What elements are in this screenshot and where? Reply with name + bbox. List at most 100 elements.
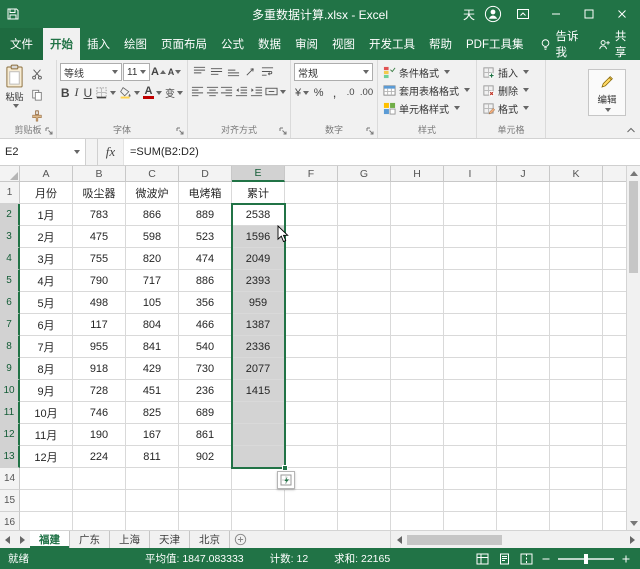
row-header-16[interactable]: 16 [0, 512, 20, 530]
grow-font-button[interactable]: A [151, 64, 166, 81]
cell-J4[interactable] [497, 248, 550, 270]
ribbon-tab-公式[interactable]: 公式 [214, 28, 251, 60]
cell-B2[interactable]: 783 [73, 204, 126, 226]
row-header-2[interactable]: 2 [0, 204, 20, 226]
align-bottom-icon[interactable] [225, 63, 241, 80]
cell-E16[interactable] [232, 512, 285, 530]
cell-H2[interactable] [391, 204, 444, 226]
cell-G6[interactable] [338, 292, 391, 314]
cell-styles-button[interactable]: 单元格样式 [381, 99, 473, 117]
cell-G16[interactable] [338, 512, 391, 530]
merge-center-button[interactable] [264, 83, 287, 100]
cell-D14[interactable] [179, 468, 232, 490]
cell-C14[interactable] [126, 468, 179, 490]
row-header-12[interactable]: 12 [0, 424, 20, 446]
cell-I15[interactable] [444, 490, 497, 512]
cell-J15[interactable] [497, 490, 550, 512]
number-dialog-launcher[interactable] [366, 127, 375, 136]
decrease-indent-button[interactable] [235, 83, 249, 100]
row-header-8[interactable]: 8 [0, 336, 20, 358]
cell-B1[interactable]: 吸尘器 [73, 182, 126, 204]
user-avatar-icon[interactable] [484, 5, 502, 23]
cell-E15[interactable] [232, 490, 285, 512]
sheet-nav-right-arrow[interactable] [15, 531, 30, 548]
comma-style-button[interactable]: , [327, 84, 342, 101]
cell-F12[interactable] [285, 424, 338, 446]
cell-D7[interactable]: 466 [179, 314, 232, 336]
name-box-splitter[interactable] [86, 139, 98, 165]
horizontal-scrollbar[interactable] [390, 531, 640, 548]
cell-F5[interactable] [285, 270, 338, 292]
cell-K9[interactable] [550, 358, 603, 380]
cell-D5[interactable]: 886 [179, 270, 232, 292]
cell-H10[interactable] [391, 380, 444, 402]
cell-B16[interactable] [73, 512, 126, 530]
cell-G7[interactable] [338, 314, 391, 336]
cell-D15[interactable] [179, 490, 232, 512]
paste-button[interactable]: 粘贴 [3, 63, 26, 124]
row-header-15[interactable]: 15 [0, 490, 20, 512]
column-header-J[interactable]: J [497, 166, 550, 182]
cell-F16[interactable] [285, 512, 338, 530]
cell-G15[interactable] [338, 490, 391, 512]
cell-J10[interactable] [497, 380, 550, 402]
ribbon-tab-审阅[interactable]: 审阅 [288, 28, 325, 60]
row-header-9[interactable]: 9 [0, 358, 20, 380]
minimize-button[interactable] [544, 3, 568, 25]
cell-C9[interactable]: 429 [126, 358, 179, 380]
zoom-out-icon[interactable] [540, 553, 552, 565]
shrink-font-button[interactable]: A [167, 64, 182, 81]
cell-I1[interactable] [444, 182, 497, 204]
cell-E13[interactable] [232, 446, 285, 468]
cell-A5[interactable]: 4月 [20, 270, 73, 292]
ribbon-tab-绘图[interactable]: 绘图 [117, 28, 154, 60]
cell-J5[interactable] [497, 270, 550, 292]
cell-F7[interactable] [285, 314, 338, 336]
cell-K11[interactable] [550, 402, 603, 424]
cell-H1[interactable] [391, 182, 444, 204]
cell-G1[interactable] [338, 182, 391, 204]
cell-J1[interactable] [497, 182, 550, 204]
hscroll-right-arrow[interactable] [626, 535, 638, 544]
vertical-scroll-track[interactable] [627, 179, 640, 517]
page-layout-view-icon[interactable] [496, 551, 512, 567]
cell-B13[interactable]: 224 [73, 446, 126, 468]
cell-B9[interactable]: 918 [73, 358, 126, 380]
page-break-view-icon[interactable] [518, 551, 534, 567]
editing-button[interactable]: 编辑 [588, 69, 626, 116]
cell-B3[interactable]: 475 [73, 226, 126, 248]
cell-E6[interactable]: 959 [232, 292, 285, 314]
collapse-ribbon-icon[interactable] [625, 125, 637, 135]
scroll-down-arrow[interactable] [629, 517, 638, 529]
phonetic-guide-button[interactable]: 变 [164, 84, 184, 101]
cell-I2[interactable] [444, 204, 497, 226]
cell-B4[interactable]: 755 [73, 248, 126, 270]
cell-D3[interactable]: 523 [179, 226, 232, 248]
cell-B15[interactable] [73, 490, 126, 512]
cell-I14[interactable] [444, 468, 497, 490]
cell-I8[interactable] [444, 336, 497, 358]
cell-E11[interactable] [232, 402, 285, 424]
quick-analysis-button[interactable] [277, 471, 295, 489]
cell-G12[interactable] [338, 424, 391, 446]
column-header-H[interactable]: H [391, 166, 444, 182]
row-header-11[interactable]: 11 [0, 402, 20, 424]
alignment-dialog-launcher[interactable] [279, 127, 288, 136]
row-header-7[interactable]: 7 [0, 314, 20, 336]
cell-C3[interactable]: 598 [126, 226, 179, 248]
new-sheet-button[interactable] [230, 531, 250, 548]
cell-C1[interactable]: 微波炉 [126, 182, 179, 204]
cell-J11[interactable] [497, 402, 550, 424]
column-header-G[interactable]: G [338, 166, 391, 182]
cell-H4[interactable] [391, 248, 444, 270]
font-size-select[interactable]: 11 [123, 63, 150, 81]
cell-G8[interactable] [338, 336, 391, 358]
cell-E10[interactable]: 1415 [232, 380, 285, 402]
format-cells-button[interactable]: 格式 [480, 99, 542, 117]
row-header-4[interactable]: 4 [0, 248, 20, 270]
cell-C8[interactable]: 841 [126, 336, 179, 358]
cell-A3[interactable]: 2月 [20, 226, 73, 248]
cell-F11[interactable] [285, 402, 338, 424]
cell-D2[interactable]: 889 [179, 204, 232, 226]
cell-F1[interactable] [285, 182, 338, 204]
